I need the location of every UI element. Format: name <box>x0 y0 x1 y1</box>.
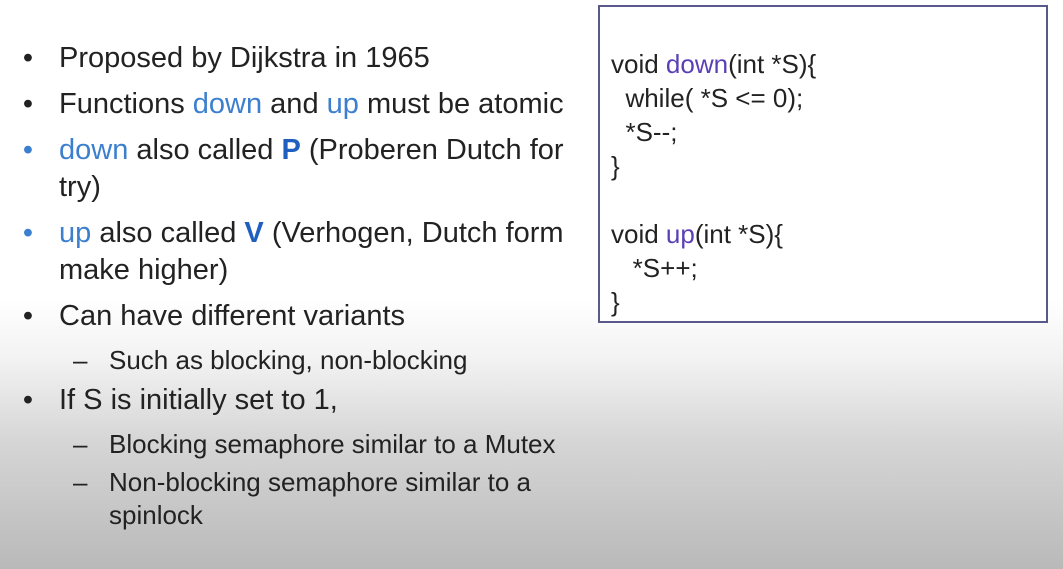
code-line: *S++; <box>611 253 698 283</box>
sub-bullet-dash: – <box>73 467 88 497</box>
bullet-item: • up also called V (Verhogen, Dutch form… <box>18 215 598 289</box>
bullet-item: • Can have different variants <box>18 298 598 335</box>
slide: • Proposed by Dijkstra in 1965 • Functio… <box>0 0 1063 569</box>
sub-bullet-item: – Blocking semaphore similar to a Mutex <box>18 428 598 461</box>
code-line: while( *S <= 0); <box>611 83 804 113</box>
code-token: void <box>611 219 666 249</box>
keyword-up: up <box>59 217 92 249</box>
bullet-text: Proposed by Dijkstra in 1965 <box>59 42 430 74</box>
sub-bullet-text: Non-blocking semaphore similar to a spin… <box>109 467 531 530</box>
bullet-list: • Proposed by Dijkstra in 1965 • Functio… <box>18 40 598 537</box>
sub-bullet-item: – Such as blocking, non-blocking <box>18 344 598 377</box>
bullet-dot: • <box>22 134 34 166</box>
code-line: *S--; <box>611 117 678 147</box>
bullet-dot: • <box>22 42 34 74</box>
bullet-text: also called <box>91 217 245 249</box>
code-line: void down(int *S){ <box>611 47 816 81</box>
bullet-text: also called <box>128 134 282 166</box>
keyword-down: down <box>59 134 129 166</box>
code-function-down: down <box>665 49 729 79</box>
bullet-dot: • <box>22 217 34 249</box>
code-function-up: up <box>665 219 695 249</box>
bullet-text: Can have different variants <box>59 300 406 332</box>
code-line: void up(int *S){ <box>611 217 816 251</box>
bullet-text: and <box>262 88 327 120</box>
bullet-item: • down also called P (Proberen Dutch for… <box>18 132 598 206</box>
sub-bullet-dash: – <box>73 429 88 459</box>
code-token: void <box>611 49 666 79</box>
bullet-dot: • <box>22 300 34 332</box>
bullet-dot: • <box>22 88 34 120</box>
bullet-item: • Proposed by Dijkstra in 1965 <box>18 40 598 77</box>
sub-bullet-item: – Non-blocking semaphore similar to a sp… <box>18 466 598 532</box>
bullet-text: Functions <box>59 88 193 120</box>
code-token: (int *S){ <box>694 219 783 249</box>
sub-bullet-text: Blocking semaphore similar to a Mutex <box>109 429 556 459</box>
keyword-down: down <box>192 88 263 120</box>
code-line: } <box>611 151 620 181</box>
code-block: void down(int *S){ while( *S <= 0); *S--… <box>611 47 816 319</box>
keyword-up: up <box>326 88 359 120</box>
bullet-item: • If S is initially set to 1, <box>18 382 598 419</box>
code-box: void down(int *S){ while( *S <= 0); *S--… <box>598 5 1048 323</box>
keyword-v: V <box>244 217 264 249</box>
sub-bullet-text: Such as blocking, non-blocking <box>109 345 468 375</box>
bullet-item: • Functions down and up must be atomic <box>18 86 598 123</box>
bullet-dot: • <box>22 384 34 416</box>
code-token: (int *S){ <box>728 49 817 79</box>
code-line: } <box>611 287 620 317</box>
bullet-text: If S is initially set to 1, <box>59 384 338 416</box>
sub-bullet-dash: – <box>73 345 88 375</box>
keyword-p: P <box>281 134 301 166</box>
bullet-text: must be atomic <box>358 88 564 120</box>
